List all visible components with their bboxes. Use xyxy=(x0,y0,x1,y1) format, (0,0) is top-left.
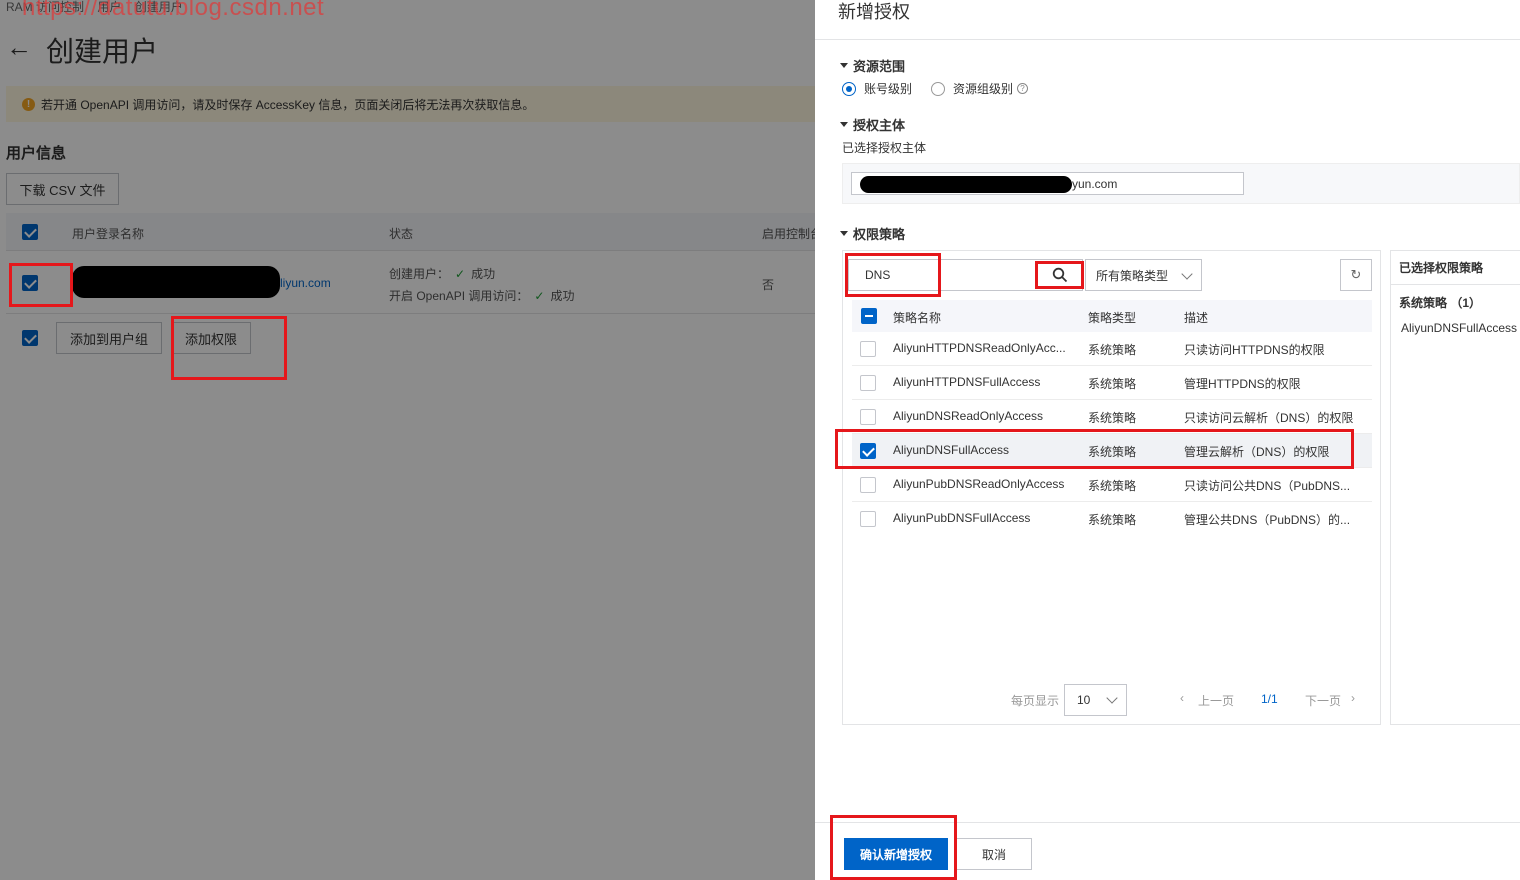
next-page-button[interactable]: 下一页 xyxy=(1305,692,1341,709)
radio-unchecked-icon xyxy=(931,81,945,96)
policy-desc: 只读访问公共DNS（PubDNS... xyxy=(1184,479,1351,493)
policy-row[interactable]: AliyunHTTPDNSReadOnlyAcc... 系统策略 只读访问HTT… xyxy=(852,332,1372,366)
principal-heading[interactable]: 授权主体 xyxy=(840,115,905,134)
policy-checkbox[interactable] xyxy=(860,477,876,493)
policy-name: AliyunPubDNSFullAccess xyxy=(893,511,1031,525)
refresh-button[interactable]: ↻ xyxy=(1340,259,1372,291)
modal-overlay[interactable] xyxy=(0,0,815,880)
policy-heading[interactable]: 权限策略 xyxy=(840,224,905,243)
selected-principal-label: 已选择授权主体 xyxy=(842,141,927,155)
prev-page-button[interactable]: 上一页 xyxy=(1198,692,1234,709)
chevron-right-icon: › xyxy=(1351,691,1355,705)
pagination: 每页显示 10 ‹ 上一页 1/1 下一页 › xyxy=(843,684,1382,716)
cancel-button[interactable]: 取消 xyxy=(956,838,1032,870)
selected-policies-heading: 已选择权限策略 xyxy=(1391,251,1520,285)
column-header: 描述 xyxy=(1184,311,1209,325)
policy-type: 系统策略 xyxy=(1088,343,1137,357)
policy-list-panel: DNS 所有策略类型 ↻ 策略名称 策略类型 描述 AliyunHTTPDNSR… xyxy=(842,250,1381,725)
refresh-icon: ↻ xyxy=(1350,267,1362,282)
highlight-box xyxy=(171,316,287,380)
policy-checkbox[interactable] xyxy=(860,375,876,391)
caret-down-icon xyxy=(840,231,848,236)
highlight-box xyxy=(830,815,957,880)
redacted-principal xyxy=(860,176,1072,193)
policy-type: 系统策略 xyxy=(1088,513,1137,527)
column-header: 策略类型 xyxy=(1088,311,1137,325)
highlight-box xyxy=(1035,261,1084,289)
policy-name: AliyunHTTPDNSReadOnlyAcc... xyxy=(893,341,1066,355)
caret-down-icon xyxy=(840,63,848,68)
policy-checkbox[interactable] xyxy=(860,409,876,425)
policy-name: AliyunHTTPDNSFullAccess xyxy=(893,375,1041,389)
radio-checked-icon xyxy=(842,81,856,96)
per-page-label: 每页显示 xyxy=(1011,694,1060,708)
policy-type-select[interactable]: 所有策略类型 xyxy=(1085,259,1202,291)
add-authorization-drawer: 新增授权 资源范围 账号级别 资源组级别 ? 授权主体 已选择授权主体 yun.… xyxy=(815,0,1520,880)
principal-box: yun.com xyxy=(842,163,1520,204)
scope-heading[interactable]: 资源范围 xyxy=(840,56,905,75)
select-all-policies-checkbox[interactable] xyxy=(861,308,877,324)
create-user-page: RAM 访问控制 用户 创建用户 ← 创建用户 ! 若开通 OpenAPI 调用… xyxy=(0,0,815,880)
selected-group-label: 系统策略 （1） xyxy=(1399,296,1482,310)
caret-down-icon xyxy=(840,122,848,127)
highlight-box xyxy=(9,263,73,307)
policy-row[interactable]: AliyunPubDNSFullAccess 系统策略 管理公共DNS（PubD… xyxy=(852,502,1372,536)
column-header: 策略名称 xyxy=(893,311,942,325)
policy-type: 系统策略 xyxy=(1088,479,1137,493)
page-indicator: 1/1 xyxy=(1261,692,1278,706)
highlight-box xyxy=(835,429,1354,469)
selected-policies-panel: 已选择权限策略 系统策略 （1） AliyunDNSFullAccess xyxy=(1390,250,1520,725)
policy-checkbox[interactable] xyxy=(860,511,876,527)
policy-row[interactable]: AliyunPubDNSReadOnlyAccess 系统策略 只读访问公共DN… xyxy=(852,468,1372,502)
divider xyxy=(815,39,1520,40)
policy-desc: 管理公共DNS（PubDNS）的... xyxy=(1184,513,1351,527)
policy-checkbox[interactable] xyxy=(860,341,876,357)
policy-desc: 只读访问云解析（DNS）的权限 xyxy=(1184,411,1354,425)
policy-name: AliyunPubDNSReadOnlyAccess xyxy=(893,477,1065,491)
policy-table-header: 策略名称 策略类型 描述 xyxy=(852,300,1372,332)
policy-desc: 管理HTTPDNS的权限 xyxy=(1184,377,1301,391)
selected-policy-item[interactable]: AliyunDNSFullAccess xyxy=(1401,321,1517,335)
policy-name: AliyunDNSReadOnlyAccess xyxy=(893,409,1044,423)
policy-type: 系统策略 xyxy=(1088,411,1137,425)
policy-type: 系统策略 xyxy=(1088,377,1137,391)
highlight-box xyxy=(845,253,941,297)
policy-row[interactable]: AliyunHTTPDNSFullAccess 系统策略 管理HTTPDNS的权… xyxy=(852,366,1372,400)
drawer-title: 新增授权 xyxy=(838,2,910,22)
radio-resource-group-level[interactable]: 资源组级别 ? xyxy=(931,80,1029,97)
radio-account-level[interactable]: 账号级别 xyxy=(842,80,912,97)
chevron-down-icon xyxy=(1106,692,1118,704)
policy-desc: 只读访问HTTPDNS的权限 xyxy=(1184,343,1325,357)
chevron-left-icon: ‹ xyxy=(1180,691,1184,705)
principal-tag: yun.com xyxy=(851,172,1244,195)
help-icon[interactable]: ? xyxy=(1017,83,1029,94)
per-page-select[interactable]: 10 xyxy=(1064,684,1127,716)
chevron-down-icon xyxy=(1181,268,1193,280)
watermark: https://datutu.blog.csdn.net xyxy=(22,0,325,21)
